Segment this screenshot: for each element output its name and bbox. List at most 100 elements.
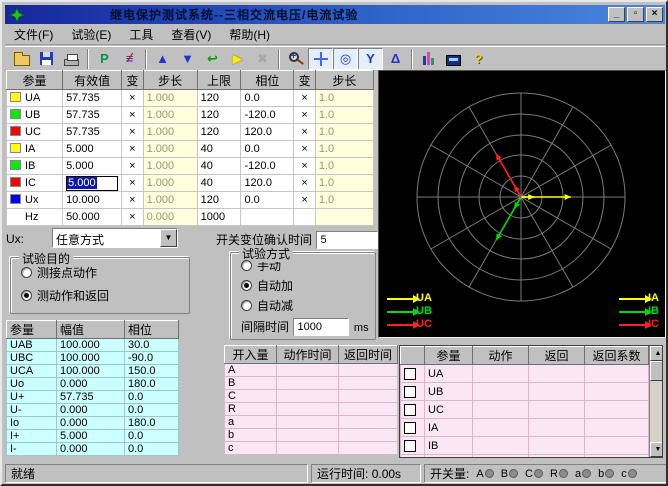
checkbox[interactable] [404, 386, 416, 398]
limit-cell[interactable]: 120 [197, 90, 241, 107]
radio-option[interactable]: 自动加 [241, 277, 375, 294]
checkbox[interactable] [404, 440, 416, 452]
menu-help[interactable]: 帮助(H) [220, 24, 279, 45]
vary2-cell[interactable]: × [294, 158, 315, 175]
value-cell[interactable]: 57.735 [63, 90, 122, 107]
radio-icon[interactable] [241, 260, 252, 271]
step-cell[interactable]: 1.000 [143, 107, 197, 124]
close-button[interactable]: × [646, 7, 663, 22]
step-cell[interactable]: 0.000 [143, 209, 197, 226]
vary2-cell[interactable]: × [294, 90, 315, 107]
start-button[interactable]: ▶ [225, 48, 250, 70]
vary-cell[interactable]: × [122, 107, 143, 124]
radio-icon-selected[interactable] [241, 280, 252, 291]
minimize-button[interactable]: _ [608, 7, 625, 22]
interval-input[interactable]: 1000 [293, 318, 349, 336]
step2-cell[interactable]: 1.0 [315, 141, 373, 158]
checkbox[interactable] [404, 368, 416, 380]
value-cell[interactable]: 5.000 [63, 158, 122, 175]
step-down-button[interactable]: ▼ [175, 48, 200, 70]
menu-view[interactable]: 查看(V) [162, 24, 220, 45]
value-cell[interactable]: 10.000 [63, 192, 122, 209]
confirm-time-input[interactable]: 5 [316, 231, 378, 249]
step-cell[interactable]: 1.000 [143, 141, 197, 158]
value-cell-editing[interactable]: 5.000 [63, 175, 122, 192]
calculator-button[interactable] [441, 48, 466, 70]
checkbox[interactable] [404, 404, 416, 416]
bar-chart-button[interactable] [416, 48, 441, 70]
phase-cell[interactable]: -120.0 [241, 158, 294, 175]
vary-cell[interactable]: × [122, 90, 143, 107]
vary-cell[interactable]: × [122, 209, 143, 226]
vary-cell[interactable]: × [122, 124, 143, 141]
scroll-down-icon[interactable]: ▼ [650, 442, 663, 457]
step2-cell[interactable]: 1.0 [315, 175, 373, 192]
limit-cell[interactable]: 40 [197, 158, 241, 175]
unbalance-button[interactable]: ≡ [117, 48, 142, 70]
limit-cell[interactable]: 120 [197, 124, 241, 141]
step-cell[interactable]: 1.000 [143, 124, 197, 141]
axes-view-button[interactable] [308, 48, 333, 70]
vary-cell[interactable]: × [122, 141, 143, 158]
vary2-cell[interactable] [294, 209, 315, 226]
open-file-button[interactable] [9, 48, 34, 70]
value-cell[interactable]: 5.000 [63, 141, 122, 158]
menu-file[interactable]: 文件(F) [5, 24, 62, 45]
vary2-cell[interactable]: × [294, 141, 315, 158]
vary2-cell[interactable]: × [294, 107, 315, 124]
step2-cell[interactable]: 1.0 [315, 90, 373, 107]
menu-tools[interactable]: 工具 [120, 24, 162, 45]
value-cell[interactable]: 57.735 [63, 107, 122, 124]
vary-cell[interactable]: × [122, 175, 143, 192]
print-button[interactable] [59, 48, 84, 70]
phase-cell[interactable]: 0.0 [241, 90, 294, 107]
scroll-up-icon[interactable]: ▲ [650, 346, 663, 361]
phase-cell[interactable]: 0.0 [241, 192, 294, 209]
step-cell[interactable]: 1.000 [143, 90, 197, 107]
limit-cell[interactable]: 1000 [197, 209, 241, 226]
limit-cell[interactable]: 120 [197, 107, 241, 124]
radio-option[interactable]: 自动减 [241, 297, 375, 314]
phase-cell[interactable]: -120.0 [241, 107, 294, 124]
phase-cell[interactable]: 120.0 [241, 124, 294, 141]
ux-mode-dropdown[interactable]: 任意方式 ▼ [52, 228, 178, 248]
limit-cell[interactable]: 40 [197, 141, 241, 158]
zoom-in-button[interactable] [283, 48, 308, 70]
vary-cell[interactable]: × [122, 158, 143, 175]
phase-cell[interactable]: 0.0 [241, 141, 294, 158]
step2-cell[interactable]: 1.0 [315, 192, 373, 209]
limit-cell[interactable]: 120 [197, 192, 241, 209]
vary2-cell[interactable]: × [294, 192, 315, 209]
maximize-button[interactable]: ▫ [627, 7, 644, 22]
phase-cell[interactable] [241, 209, 294, 226]
step-cell[interactable]: 1.000 [143, 158, 197, 175]
value-editbox[interactable]: 5.000 [66, 176, 118, 191]
vary-cell[interactable]: × [122, 192, 143, 209]
menu-test[interactable]: 试验(E) [62, 24, 120, 45]
value-cell[interactable]: 50.000 [63, 209, 122, 226]
delta-connection-button[interactable]: Δ [383, 48, 408, 70]
stop-button[interactable]: ✖ [250, 48, 275, 70]
vary2-cell[interactable]: × [294, 175, 315, 192]
step-cell[interactable]: 1.000 [143, 192, 197, 209]
undo-button[interactable]: ↩ [200, 48, 225, 70]
polar-view-button[interactable]: ◎ [333, 48, 358, 70]
vertical-scrollbar[interactable]: ▲ ▼ [649, 346, 663, 457]
checkbox[interactable] [404, 422, 416, 434]
chevron-down-icon[interactable]: ▼ [160, 229, 177, 247]
step-up-button[interactable]: ▲ [150, 48, 175, 70]
vary2-cell[interactable]: × [294, 124, 315, 141]
limit-cell[interactable]: 40 [197, 175, 241, 192]
step-cell[interactable]: 1.000 [143, 175, 197, 192]
step2-cell[interactable]: 1.0 [315, 124, 373, 141]
save-button[interactable] [34, 48, 59, 70]
radio-icon-selected[interactable] [21, 290, 32, 301]
wye-connection-button[interactable]: Y [358, 48, 383, 70]
radio-icon[interactable] [241, 300, 252, 311]
step2-cell[interactable] [315, 209, 373, 226]
title-bar[interactable]: 继电保护测试系统--三相交流电压/电流试验 _ ▫ × [5, 5, 665, 24]
step2-cell[interactable]: 1.0 [315, 107, 373, 124]
p-marker-button[interactable]: P [92, 48, 117, 70]
phase-cell[interactable]: 120.0 [241, 175, 294, 192]
step2-cell[interactable]: 1.0 [315, 158, 373, 175]
